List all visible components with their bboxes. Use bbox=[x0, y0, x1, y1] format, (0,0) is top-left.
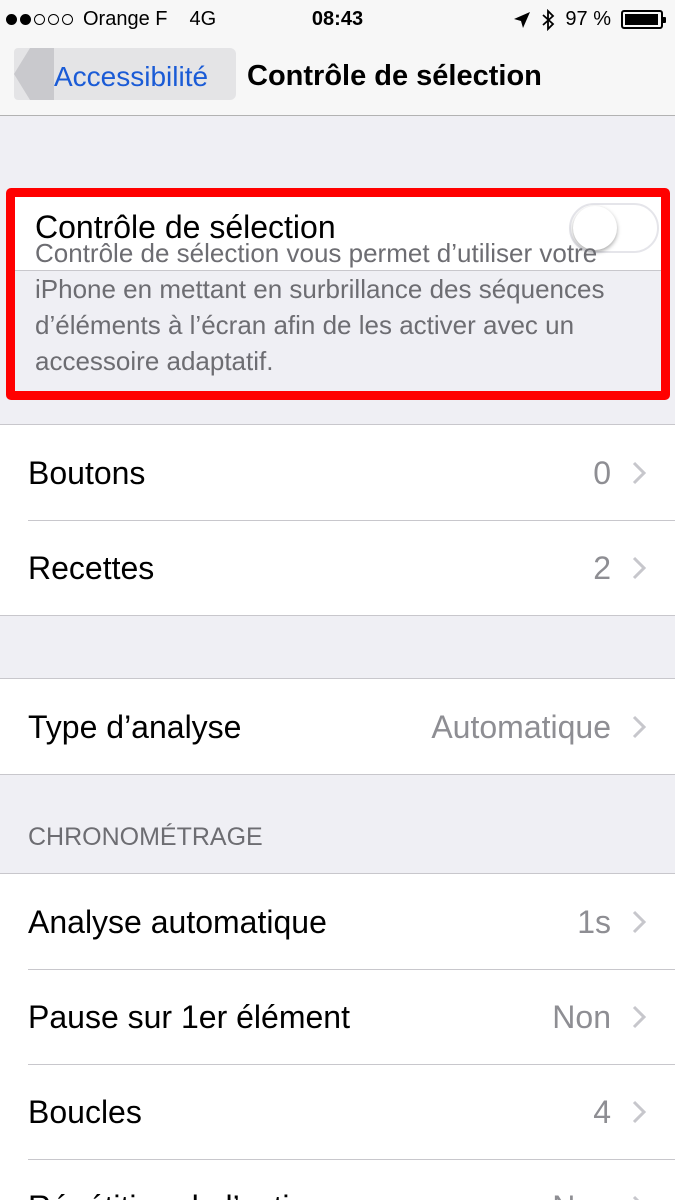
list-item-auto-scan[interactable]: Analyse automatique 1s bbox=[0, 874, 675, 969]
row-label: Pause sur 1er élément bbox=[28, 999, 350, 1035]
bluetooth-icon bbox=[542, 8, 555, 31]
battery-percent: 97 % bbox=[565, 8, 611, 30]
list-item-buttons[interactable]: Boutons 0 bbox=[0, 425, 675, 520]
list-item-action-repeat[interactable]: Répétition de l’action Non bbox=[0, 1159, 675, 1200]
chevron-right-icon bbox=[632, 910, 647, 934]
status-bar: Orange F 4G 08:43 97 % bbox=[0, 0, 675, 40]
row-value: Non bbox=[552, 999, 611, 1035]
row-value: 2 bbox=[593, 550, 611, 586]
chevron-right-icon bbox=[632, 556, 647, 580]
buttons-recipes-group: Boutons 0 Recettes 2 bbox=[0, 424, 675, 616]
row-label: Recettes bbox=[28, 550, 155, 586]
back-button-label: Accessibilité bbox=[54, 61, 209, 92]
battery-fill bbox=[625, 14, 658, 25]
chevron-right-icon bbox=[632, 715, 647, 739]
chevron-right-icon bbox=[632, 1195, 640, 1200]
row-label: Boucles bbox=[28, 1094, 142, 1130]
highlight-annotation: Contrôle de sélection Contrôle de sélect… bbox=[6, 188, 670, 400]
row-value: 4 bbox=[593, 1094, 611, 1130]
list-item-pause-first-item[interactable]: Pause sur 1er élément Non bbox=[0, 969, 675, 1064]
switch-control-section: Contrôle de sélection Contrôle de sélect… bbox=[15, 197, 661, 391]
row-label: Type d’analyse bbox=[28, 709, 242, 745]
list-item-scan-type[interactable]: Type d’analyse Automatique bbox=[0, 679, 675, 774]
page-title: Contrôle de sélection bbox=[247, 60, 542, 92]
back-chevron-icon bbox=[14, 48, 54, 100]
section-header-timing: CHRONOMÉTRAGE bbox=[28, 823, 263, 851]
chevron-right-icon bbox=[632, 1005, 647, 1029]
row-value: 0 bbox=[593, 455, 611, 491]
switch-control-description: Contrôle de sélection vous permet d’util… bbox=[35, 238, 605, 376]
list-item-loops[interactable]: Boucles 4 bbox=[0, 1064, 675, 1159]
back-button[interactable]: Accessibilité bbox=[14, 48, 236, 100]
timing-group: Analyse automatique 1s Pause sur 1er élé… bbox=[0, 873, 675, 1200]
row-value: 1s bbox=[577, 904, 611, 940]
row-label: Boutons bbox=[28, 455, 146, 491]
row-label: Analyse automatique bbox=[28, 904, 327, 940]
navigation-bar: Accessibilité Contrôle de sélection bbox=[0, 40, 675, 116]
battery-icon bbox=[621, 10, 666, 29]
chevron-right-icon bbox=[632, 1100, 647, 1124]
chevron-right-icon bbox=[632, 461, 647, 485]
scan-type-group: Type d’analyse Automatique bbox=[0, 678, 675, 775]
row-value: Automatique bbox=[431, 709, 611, 745]
list-item-recipes[interactable]: Recettes 2 bbox=[0, 520, 675, 615]
status-right: 97 % bbox=[513, 8, 666, 31]
location-arrow-icon bbox=[514, 11, 531, 28]
row-value: Non bbox=[552, 1189, 611, 1200]
row-label: Répétition de l’action bbox=[28, 1189, 325, 1200]
